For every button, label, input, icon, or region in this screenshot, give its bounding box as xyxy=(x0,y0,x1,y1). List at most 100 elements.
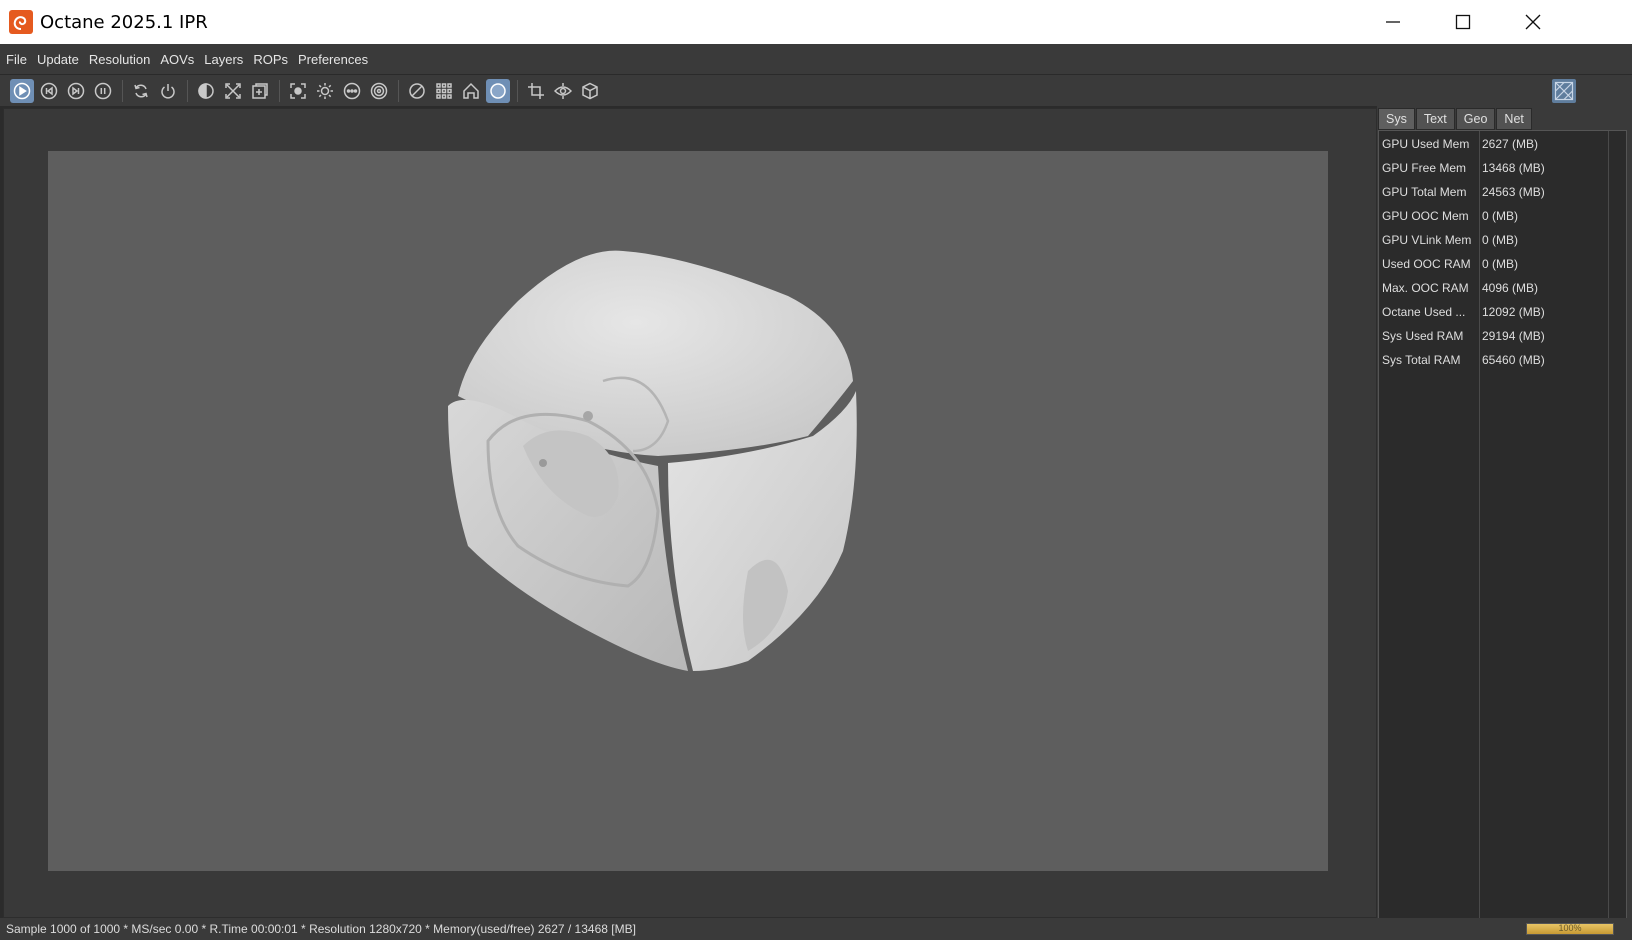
play-icon xyxy=(13,82,31,99)
tab-text[interactable]: Text xyxy=(1415,108,1455,130)
close-icon xyxy=(1525,14,1541,30)
stat-value: 24563 (MB) xyxy=(1482,184,1545,199)
refresh-icon xyxy=(134,83,148,98)
toolbar-separator xyxy=(187,79,188,102)
sphere-icon xyxy=(490,82,506,99)
channel-toggle-button[interactable] xyxy=(1552,79,1576,103)
menu-preferences[interactable]: Preferences xyxy=(298,52,368,67)
toolbar-separator xyxy=(517,79,518,102)
eye-icon xyxy=(554,82,572,99)
houdini-logo-icon xyxy=(9,10,33,34)
rendered-cube-image xyxy=(448,250,857,671)
table-row: Used OOC RAM 0 (MB) xyxy=(1379,251,1609,276)
menu-update[interactable]: Update xyxy=(37,52,79,67)
object-button[interactable] xyxy=(578,79,602,103)
stat-label: Sys Used RAM xyxy=(1382,328,1464,343)
stat-value: 2627 (MB) xyxy=(1482,136,1539,151)
grid-icon xyxy=(436,82,452,99)
skip-forward-icon xyxy=(67,82,85,99)
close-button[interactable] xyxy=(1498,0,1568,44)
pause-icon xyxy=(94,82,112,99)
stat-label: GPU Total Mem xyxy=(1382,184,1467,199)
dots-icon xyxy=(343,82,361,99)
stat-label: GPU VLink Mem xyxy=(1382,232,1472,247)
tab-sys[interactable]: Sys xyxy=(1378,108,1415,130)
more-button[interactable] xyxy=(340,79,364,103)
restart-button[interactable] xyxy=(129,79,153,103)
stats-table: GPU Used Mem 2627 (MB) GPU Free Mem 13468 … xyxy=(1378,130,1627,920)
menu-rops[interactable]: ROPs xyxy=(253,52,288,67)
toolbar-separator xyxy=(279,79,280,102)
menu-layers[interactable]: Layers xyxy=(204,52,243,67)
fit-button[interactable] xyxy=(221,79,245,103)
home-button[interactable] xyxy=(459,79,483,103)
toolbar xyxy=(0,74,1632,106)
table-row: GPU Used Mem 2627 (MB) xyxy=(1379,131,1609,156)
table-row: GPU OOC Mem 0 (MB) xyxy=(1379,203,1609,228)
start-render-button[interactable] xyxy=(10,78,34,103)
toolbar-separator xyxy=(398,79,399,102)
table-row: GPU Free Mem 13468 (MB) xyxy=(1379,155,1609,180)
menu-resolution[interactable]: Resolution xyxy=(89,52,150,67)
power-icon xyxy=(161,83,175,99)
stop-button[interactable] xyxy=(156,79,180,103)
stat-label: Max. OOC RAM xyxy=(1382,280,1469,295)
camera-view-button[interactable] xyxy=(551,79,575,103)
pause-button[interactable] xyxy=(91,79,115,103)
stat-label: GPU OOC Mem xyxy=(1382,208,1469,223)
contrast-icon xyxy=(198,82,214,99)
menu-aovs[interactable]: AOVs xyxy=(160,52,194,67)
maximize-button[interactable] xyxy=(1428,0,1498,44)
stat-value: 12092 (MB) xyxy=(1482,304,1545,319)
render-progress-bar: 100% xyxy=(1526,923,1614,935)
skip-back-icon xyxy=(40,82,58,99)
skip-back-button[interactable] xyxy=(37,79,61,103)
stat-label: Octane Used ... xyxy=(1382,304,1466,319)
progress-label: 100% xyxy=(1558,923,1582,933)
minimize-button[interactable] xyxy=(1358,0,1428,44)
table-row: Max. OOC RAM 4096 (MB) xyxy=(1379,275,1609,300)
target-button[interactable] xyxy=(367,79,391,103)
grid-button[interactable] xyxy=(432,79,456,103)
table-row: Sys Used RAM 29194 (MB) xyxy=(1379,323,1609,348)
table-row: GPU Total Mem 24563 (MB) xyxy=(1379,179,1609,204)
sphere-toggle-button[interactable] xyxy=(486,78,510,103)
status-text: Sample 1000 of 1000 * MS/sec 0.00 * R.Ti… xyxy=(6,922,636,936)
crop-button[interactable] xyxy=(524,79,548,103)
light-button[interactable] xyxy=(313,79,337,103)
stat-value: 4096 (MB) xyxy=(1482,280,1539,295)
stat-value: 13468 (MB) xyxy=(1482,160,1545,175)
region-button[interactable] xyxy=(248,79,272,103)
stat-value: 65460 (MB) xyxy=(1482,352,1545,367)
stat-value: 0 (MB) xyxy=(1482,232,1518,247)
skip-forward-button[interactable] xyxy=(64,79,88,103)
stats-scrollbar[interactable] xyxy=(1608,131,1626,919)
focus-icon xyxy=(290,82,306,99)
focus-picker-button[interactable] xyxy=(286,79,310,103)
toolbar-separator xyxy=(122,79,123,102)
render-image[interactable] xyxy=(48,151,1328,871)
menu-bar: File Update Resolution AOVs Layers ROPs … xyxy=(0,44,1632,74)
render-viewport[interactable] xyxy=(3,108,1377,918)
menu-file[interactable]: File xyxy=(6,52,27,67)
stat-label: GPU Used Mem xyxy=(1382,136,1470,151)
minimize-icon xyxy=(1386,21,1400,23)
clamp-button[interactable] xyxy=(405,79,429,103)
stats-tabs: Sys Text Geo Net xyxy=(1378,108,1533,130)
contrast-button[interactable] xyxy=(194,79,218,103)
table-row: Sys Total RAM 65460 (MB) xyxy=(1379,347,1609,372)
stat-label: Used OOC RAM xyxy=(1382,256,1471,271)
region-icon xyxy=(252,82,268,99)
tab-geo[interactable]: Geo xyxy=(1455,108,1496,130)
stat-value: 0 (MB) xyxy=(1482,208,1518,223)
stats-panel: Sys Text Geo Net GPU Used Mem 2627 (MB) G… xyxy=(1377,106,1632,920)
sun-icon xyxy=(317,82,333,99)
tab-net[interactable]: Net xyxy=(1496,108,1532,130)
stat-value: 0 (MB) xyxy=(1482,256,1518,271)
no-clamp-icon xyxy=(409,82,425,99)
crop-icon xyxy=(528,82,544,99)
home-icon xyxy=(463,82,479,99)
target-icon xyxy=(370,82,388,99)
pattern-icon xyxy=(1554,81,1574,101)
fit-icon xyxy=(225,82,241,99)
